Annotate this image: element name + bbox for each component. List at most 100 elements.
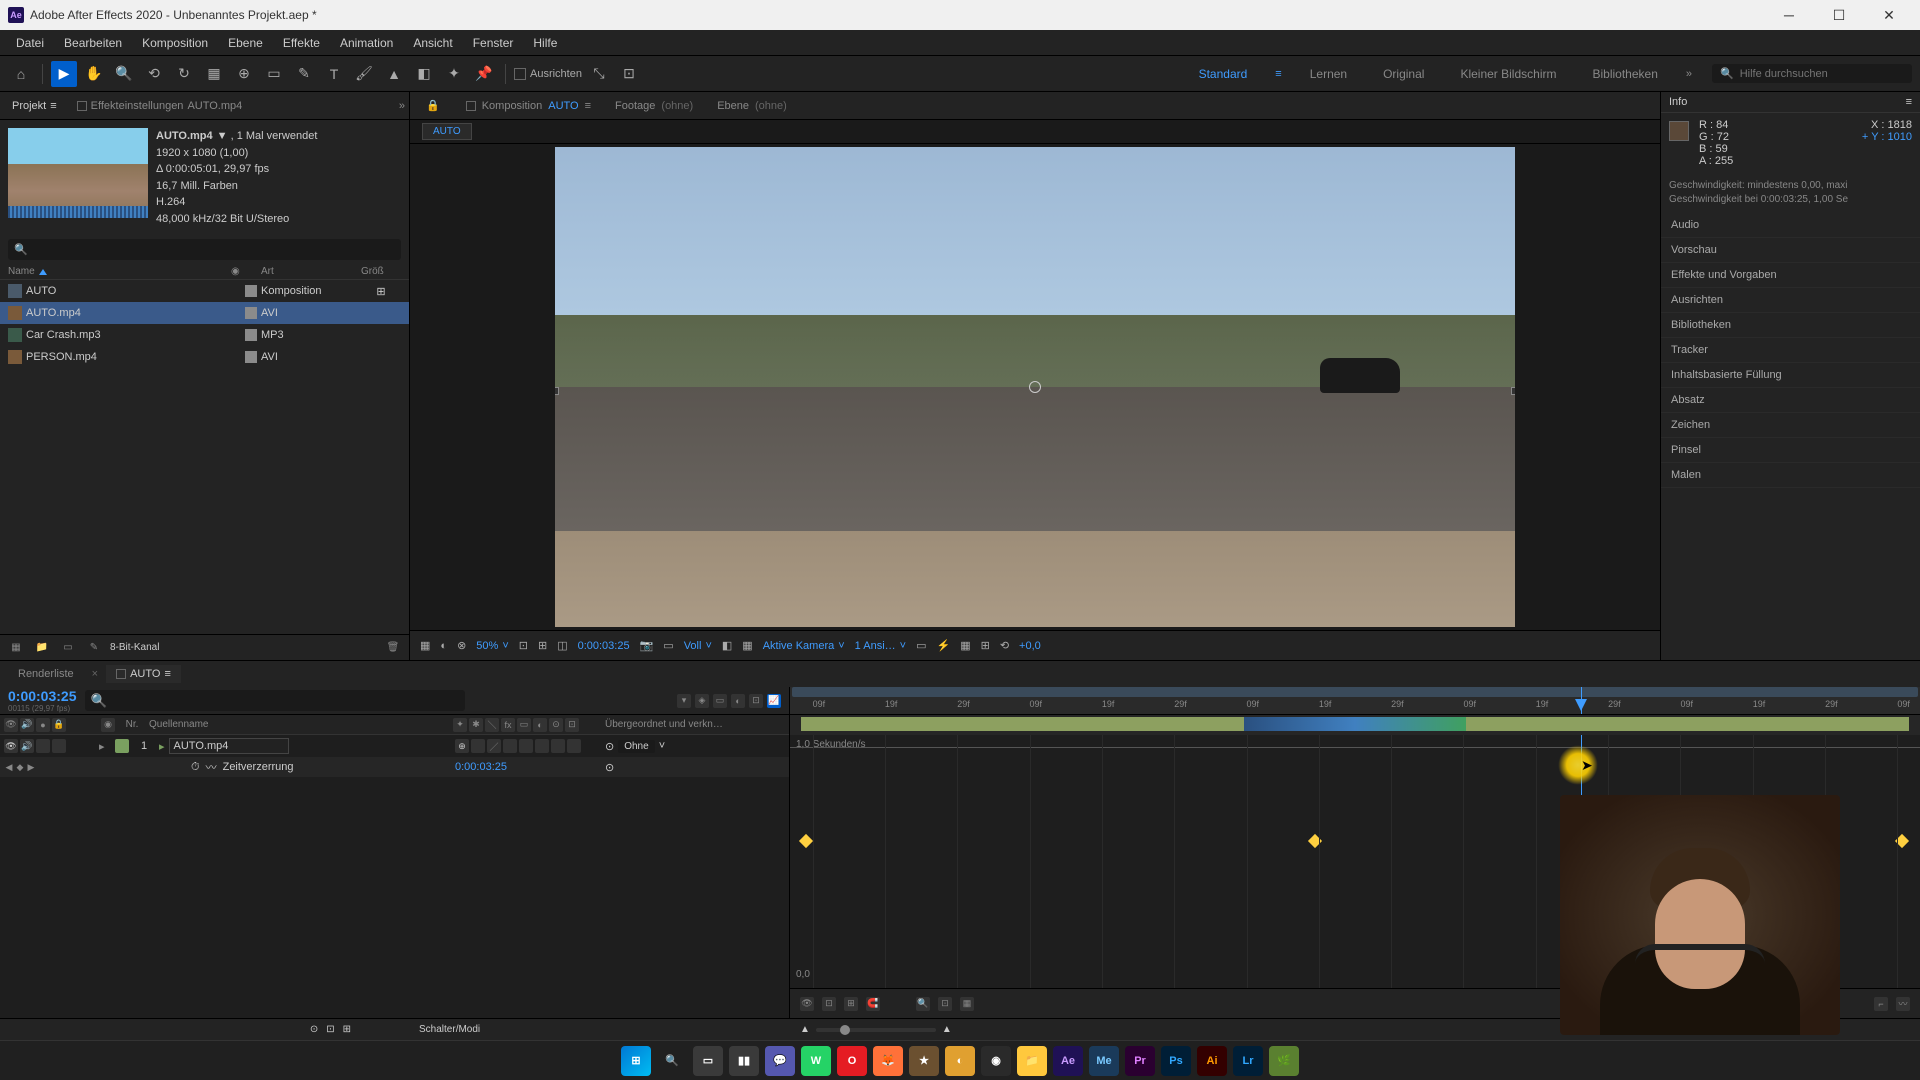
anchor-toggle[interactable]: Ausrichten [514, 68, 582, 80]
ease-in-icon[interactable]: ⌐ [1874, 997, 1888, 1011]
exposure-value[interactable]: +0,0 [1019, 640, 1041, 652]
lock-icon[interactable]: 🔒 [418, 95, 448, 116]
workspace-kleiner[interactable]: Kleiner Bildschirm [1452, 63, 1564, 85]
eye-icon[interactable]: 👁 [800, 997, 814, 1011]
lock-toggle[interactable] [52, 739, 66, 753]
trash-icon[interactable]: 🗑 [383, 638, 403, 658]
hand-tool[interactable]: ✋ [81, 61, 107, 87]
taskbar-app1[interactable]: ★ [909, 1046, 939, 1076]
mask-icon[interactable]: ◐ [440, 640, 447, 652]
zoom-in-icon[interactable]: ▲ [942, 1024, 952, 1035]
puppet-tool[interactable]: 📌 [471, 61, 497, 87]
panel-absatz[interactable]: Absatz [1661, 388, 1920, 413]
anchor-tool[interactable]: ⊕ [231, 61, 257, 87]
bpc-label[interactable]: 8-Bit-Kanal [110, 642, 159, 653]
composition-viewer[interactable] [410, 144, 1660, 630]
taskbar-widgets[interactable]: ▮▮ [729, 1046, 759, 1076]
fit-icon[interactable]: 🔍 [916, 997, 930, 1011]
taskbar-firefox[interactable]: 🦊 [873, 1046, 903, 1076]
solo-col-icon[interactable]: ● [36, 718, 50, 732]
maximize-button[interactable]: ☐ [1824, 7, 1854, 24]
tab-footage[interactable]: Footage (ohne) [609, 97, 699, 115]
3d-icon[interactable]: ⊗ [457, 639, 466, 652]
adjust-icon[interactable]: ✎ [84, 638, 104, 658]
graph-type-icon[interactable]: ⊡ [822, 997, 836, 1011]
prev-kf-icon[interactable]: ◀ [4, 762, 14, 772]
panel-ausrichten[interactable]: Ausrichten [1661, 288, 1920, 313]
lock-col-icon[interactable]: 🔒 [52, 718, 66, 732]
grid-icon[interactable]: ⊞ [538, 639, 547, 652]
panel-effekte[interactable]: Effekte und Vorgaben [1661, 263, 1920, 288]
panel-zeichen[interactable]: Zeichen [1661, 413, 1920, 438]
taskbar-app3[interactable]: 🌿 [1269, 1046, 1299, 1076]
timeline-ruler[interactable]: 09f19f29f09f19f29f09f19f29f09f19f29f09f1… [790, 687, 1920, 715]
menu-komposition[interactable]: Komposition [132, 32, 218, 54]
timeline-search[interactable] [85, 690, 465, 711]
panel-vorschau[interactable]: Vorschau [1661, 238, 1920, 263]
taskbar-me[interactable]: Me [1089, 1046, 1119, 1076]
label-col-icon[interactable]: ◉ [101, 718, 115, 732]
panel-pinsel[interactable]: Pinsel [1661, 438, 1920, 463]
label-swatch[interactable] [115, 739, 129, 753]
project-row-auto-mp4[interactable]: AUTO.mp4 AVI [0, 302, 409, 324]
fb-toggle[interactable]: ▭ [713, 694, 727, 708]
taskbar-opera[interactable]: O [837, 1046, 867, 1076]
workspace-original[interactable]: Original [1375, 63, 1432, 85]
taskbar-ae[interactable]: Ae [1053, 1046, 1083, 1076]
eraser-tool[interactable]: ◧ [411, 61, 437, 87]
time-display[interactable]: 0:00:03:25 [578, 640, 630, 652]
tab-projekt[interactable]: Projekt ≡ [4, 96, 65, 116]
timeline-zoom-slider[interactable] [816, 1028, 936, 1032]
tab-komposition[interactable]: Komposition AUTO ≡ [460, 97, 597, 115]
views-dropdown[interactable]: 1 Ansi… ˅ [855, 640, 906, 652]
text-tool[interactable]: T [321, 61, 347, 87]
close-button[interactable]: ✕ [1874, 7, 1904, 24]
orbit-tool[interactable]: ⟲ [141, 61, 167, 87]
channel-icon[interactable]: ▭ [663, 639, 673, 652]
pixel-aspect-icon[interactable]: ▭ [916, 639, 926, 652]
snap-icon[interactable]: 🧲 [866, 997, 880, 1011]
bound-tool[interactable]: ⊡ [616, 61, 642, 87]
camera-tool[interactable]: ▦ [201, 61, 227, 87]
taskbar-app2[interactable]: ◐ [945, 1046, 975, 1076]
search-help[interactable]: 🔍 [1712, 64, 1912, 83]
safe-zones-icon[interactable]: ⊡ [519, 639, 528, 652]
zoom-tool[interactable]: 🔍 [111, 61, 137, 87]
new-comp-icon[interactable]: ▭ [58, 638, 78, 658]
timeline-layer-1[interactable]: 👁 🔊 ▸ 1 ▸ AUTO.mp4 ⊕／ [0, 735, 789, 757]
panel-tracker[interactable]: Tracker [1661, 338, 1920, 363]
3d-toggle[interactable]: ◈ [695, 694, 709, 708]
fit-sel-icon[interactable]: ▦ [960, 997, 974, 1011]
video-toggle[interactable]: 👁 [4, 739, 18, 753]
taskbar-teams[interactable]: 💬 [765, 1046, 795, 1076]
sort-icon[interactable] [39, 269, 47, 275]
panel-inhaltsbasierte[interactable]: Inhaltsbasierte Füllung [1661, 363, 1920, 388]
taskbar-pr[interactable]: Pr [1125, 1046, 1155, 1076]
transparency-icon[interactable]: ▦ [742, 639, 752, 652]
interpret-footage-icon[interactable]: ▦ [6, 638, 26, 658]
menu-animation[interactable]: Animation [330, 32, 403, 54]
panel-bibliotheken[interactable]: Bibliotheken [1661, 313, 1920, 338]
toggle-switches-icon[interactable]: ⊙ [310, 1024, 318, 1035]
project-row-carcrash[interactable]: Car Crash.mp3 MP3 [0, 324, 409, 346]
mb-toggle[interactable]: ◐ [731, 694, 745, 708]
graph-icon[interactable]: 〰 [206, 759, 217, 775]
guides-icon[interactable]: ◫ [557, 639, 567, 652]
rotate-tool[interactable]: ↻ [171, 61, 197, 87]
new-folder-icon[interactable]: 📁 [32, 638, 52, 658]
menu-effekte[interactable]: Effekte [273, 32, 330, 54]
tab-ebene[interactable]: Ebene (ohne) [711, 97, 793, 115]
timeline-icon[interactable]: ▦ [960, 639, 970, 652]
layer-duration-bar[interactable] [801, 717, 1908, 731]
search-input[interactable] [1740, 68, 1904, 80]
taskbar-whatsapp[interactable]: W [801, 1046, 831, 1076]
snap-tool[interactable]: ⤡ [586, 61, 612, 87]
audio-col-icon[interactable]: 🔊 [20, 718, 34, 732]
graph-editor-toggle[interactable]: 📈 [767, 694, 781, 708]
flowchart-comp[interactable]: AUTO [422, 123, 472, 140]
stamp-tool[interactable]: ▲ [381, 61, 407, 87]
workspace-lernen[interactable]: Lernen [1302, 63, 1355, 85]
menu-fenster[interactable]: Fenster [463, 32, 524, 54]
taskbar-explorer[interactable]: 📁 [1017, 1046, 1047, 1076]
project-search[interactable]: 🔍 [8, 239, 401, 260]
